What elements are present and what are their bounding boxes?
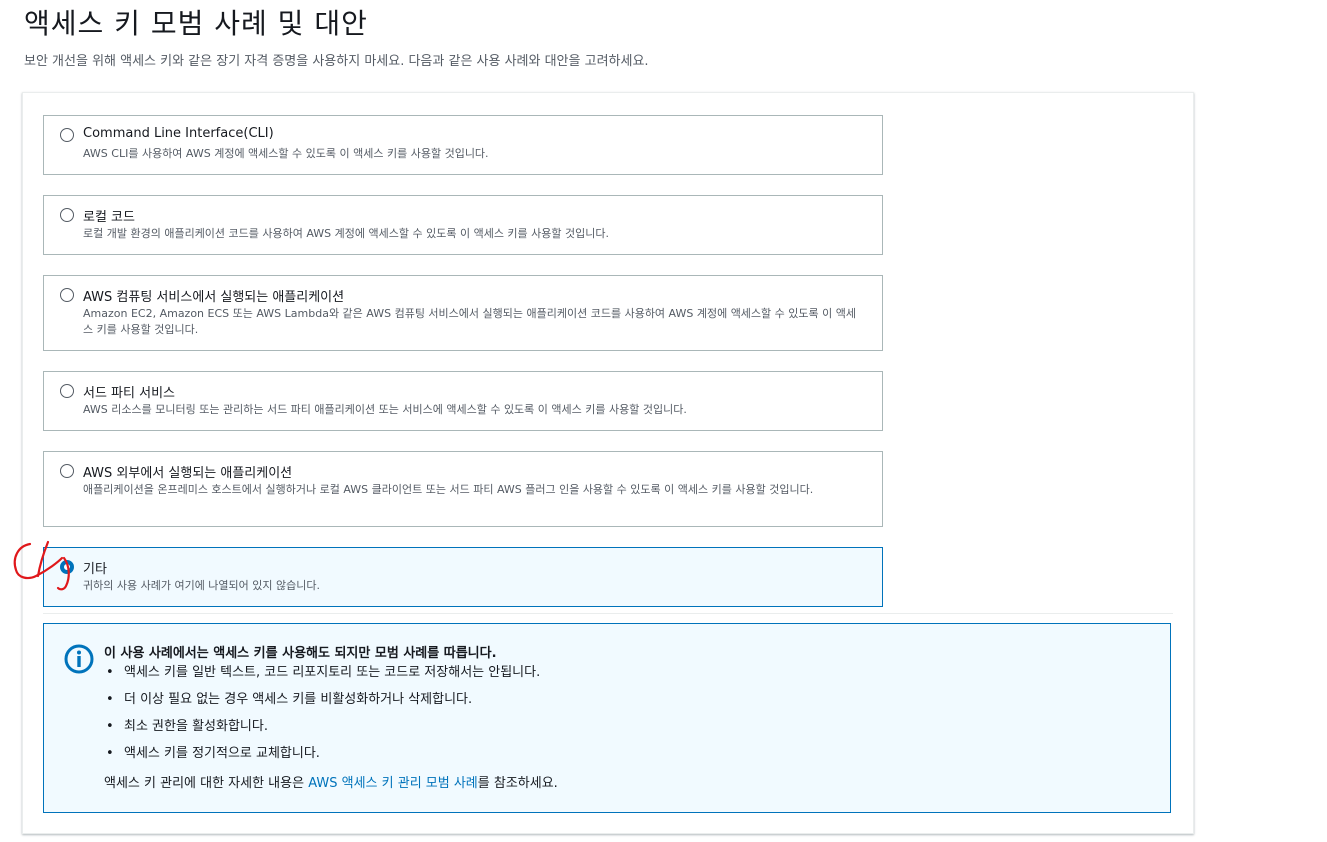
option-label: 로컬 코드 bbox=[83, 210, 135, 225]
option-description: 애플리케이션을 온프레미스 호스트에서 실행하거나 로컬 AWS 클라이언트 또… bbox=[83, 483, 814, 496]
list-item: • 액세스 키를 정기적으로 교체합니다. bbox=[106, 746, 320, 761]
option-other[interactable]: 기타 귀하의 사용 사례가 여기에 나열되어 있지 않습니다. bbox=[43, 547, 883, 607]
info-alert: 이 사용 사례에서는 액세스 키를 사용해도 되지만 모범 사례를 따릅니다. … bbox=[43, 623, 1171, 813]
page-description: 보안 개선을 위해 액세스 키와 같은 장기 자격 증명을 사용하지 마세요. … bbox=[24, 54, 649, 69]
radio-button[interactable] bbox=[60, 384, 74, 398]
radio-button[interactable] bbox=[60, 288, 74, 302]
option-description: AWS 리소스를 모니터링 또는 관리하는 서드 파티 애플리케이션 또는 서비… bbox=[83, 403, 687, 416]
option-cli[interactable]: Command Line Interface(CLI) AWS CLI를 사용하… bbox=[43, 115, 883, 175]
option-label: 서드 파티 서비스 bbox=[83, 386, 175, 401]
option-aws-compute[interactable]: AWS 컴퓨팅 서비스에서 실행되는 애플리케이션 Amazon EC2, Am… bbox=[43, 275, 883, 351]
option-third-party[interactable]: 서드 파티 서비스 AWS 리소스를 모니터링 또는 관리하는 서드 파티 애플… bbox=[43, 371, 883, 431]
option-label: Command Line Interface(CLI) bbox=[83, 126, 274, 141]
list-item: • 최소 권한을 활성화합니다. bbox=[106, 719, 268, 734]
radio-button[interactable] bbox=[60, 128, 74, 142]
radio-button[interactable] bbox=[60, 464, 74, 478]
info-title: 이 사용 사례에서는 액세스 키를 사용해도 되지만 모범 사례를 따릅니다. bbox=[104, 646, 497, 661]
list-item: • 액세스 키를 일반 텍스트, 코드 리포지토리 또는 코드로 저장해서는 안됩… bbox=[106, 665, 541, 680]
option-description: 로컬 개발 환경의 애플리케이션 코드를 사용하여 AWS 계정에 액세스할 수… bbox=[83, 227, 610, 240]
list-item: • 더 이상 필요 없는 경우 액세스 키를 비활성화하거나 삭제합니다. bbox=[106, 692, 473, 707]
page-title: 액세스 키 모범 사례 및 대안 bbox=[24, 7, 368, 40]
use-case-panel: Command Line Interface(CLI) AWS CLI를 사용하… bbox=[22, 92, 1194, 834]
info-circle-icon bbox=[64, 644, 94, 674]
option-description: 귀하의 사용 사례가 여기에 나열되어 있지 않습니다. bbox=[83, 579, 320, 592]
option-description: AWS CLI를 사용하여 AWS 계정에 액세스할 수 있도록 이 액세스 키… bbox=[83, 147, 489, 160]
best-practices-link[interactable]: AWS 액세스 키 관리 모범 사례 bbox=[308, 776, 478, 791]
option-outside-aws[interactable]: AWS 외부에서 실행되는 애플리케이션 애플리케이션을 온프레미스 호스트에서… bbox=[43, 451, 883, 527]
radio-button-selected[interactable] bbox=[60, 560, 74, 574]
divider bbox=[43, 613, 1173, 614]
radio-button[interactable] bbox=[60, 208, 74, 222]
option-label: AWS 컴퓨팅 서비스에서 실행되는 애플리케이션 bbox=[83, 290, 345, 305]
info-footer: 액세스 키 관리에 대한 자세한 내용은 AWS 액세스 키 관리 모범 사례를… bbox=[104, 776, 558, 791]
option-local-code[interactable]: 로컬 코드 로컬 개발 환경의 애플리케이션 코드를 사용하여 AWS 계정에 … bbox=[43, 195, 883, 255]
info-bullet-list: • 액세스 키를 일반 텍스트, 코드 리포지토리 또는 코드로 저장해서는 안됩… bbox=[104, 664, 540, 772]
option-label: 기타 bbox=[83, 562, 107, 577]
option-label: AWS 외부에서 실행되는 애플리케이션 bbox=[83, 466, 293, 481]
option-description: Amazon EC2, Amazon ECS 또는 AWS Lambda와 같은… bbox=[83, 307, 856, 336]
